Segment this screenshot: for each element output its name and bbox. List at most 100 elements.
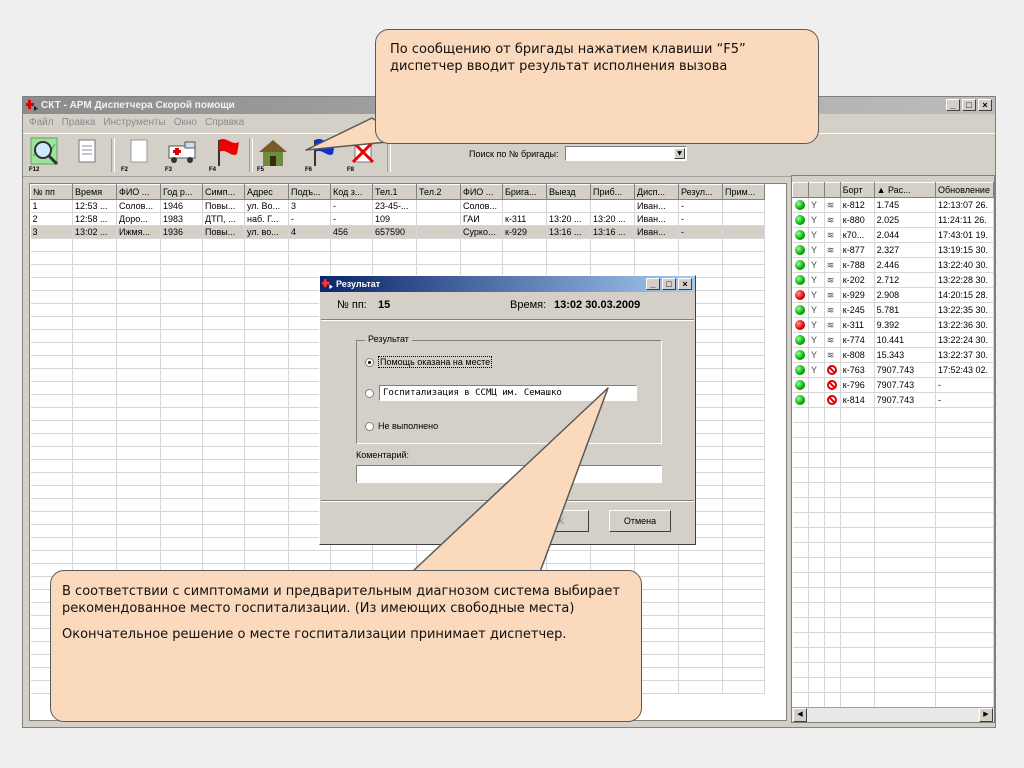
brigade-row[interactable]: Yк-763 7907.743 17:52:43 02. — [792, 362, 994, 378]
brigade-row[interactable] — [792, 692, 994, 708]
calls-column-header[interactable]: Симп... — [202, 184, 245, 200]
brigade-row[interactable]: Y ≋ к-311 9.392 13:22:36 30. — [792, 317, 994, 333]
calls-column-header[interactable]: Год р... — [160, 184, 203, 200]
calls-column-header[interactable]: Адрес — [244, 184, 289, 200]
brigade-row[interactable]: Y ≋ к-812 1.745 12:13:07 26. — [792, 197, 994, 213]
calls-column-header[interactable]: ФИО ... — [460, 184, 503, 200]
brigade-row[interactable]: к-796 7907.743- — [792, 377, 994, 393]
brigade-row[interactable]: Y ≋ к-245 5.781 13:22:35 30. — [792, 302, 994, 318]
calls-column-header[interactable]: Брига... — [502, 184, 547, 200]
red-status-icon — [794, 290, 805, 301]
scroll-right-icon[interactable]: ▶ — [979, 708, 993, 722]
brigade-row[interactable] — [792, 662, 994, 678]
brigade-row[interactable]: Y ≋ к-880 2.025 11:24:11 26. — [792, 212, 994, 228]
calls-column-header[interactable]: Тел.2 — [416, 184, 461, 200]
brigade-row[interactable] — [792, 437, 994, 453]
radio-hospitalization[interactable] — [365, 389, 374, 398]
brigade-row[interactable] — [792, 542, 994, 558]
brigade-row[interactable]: Y ≋ к-808 15.343 13:22:37 30. — [792, 347, 994, 363]
calls-column-header[interactable]: № пп — [30, 184, 73, 200]
dialog-titlebar[interactable]: Результат _ □ × — [320, 276, 695, 292]
toolbar-button-f3[interactable]: F3 — [163, 136, 199, 174]
brigade-row[interactable]: Y ≋ к-202 2.712 13:22:28 30. — [792, 272, 994, 288]
menu-tools[interactable]: Инструменты — [103, 115, 165, 131]
menu-window[interactable]: Окно — [174, 115, 197, 131]
table-row[interactable] — [30, 550, 765, 564]
toolbar-button-f5[interactable]: F5 — [255, 136, 291, 174]
brigade-row[interactable] — [792, 407, 994, 423]
brigade-row[interactable] — [792, 677, 994, 693]
brigade-updated: - — [935, 377, 994, 393]
toolbar-button-f2[interactable]: F2 — [119, 136, 155, 174]
calls-column-header[interactable]: Выезд — [546, 184, 591, 200]
brigade-row[interactable]: к-814 7907.743- — [792, 392, 994, 408]
calls-column-header[interactable]: Прим... — [722, 184, 765, 200]
toolbar-button-f8[interactable]: F8 — [345, 136, 381, 174]
calls-column-header[interactable]: Время — [72, 184, 117, 200]
comment-input[interactable] — [356, 465, 662, 483]
calls-column-header[interactable]: ФИО ... — [116, 184, 161, 200]
table-row[interactable]: 2 12:58 ... Доро... 1983 ДТП, ... наб. Г... - -… — [30, 212, 765, 226]
brigade-row[interactable] — [793, 723, 994, 724]
brigade-row[interactable] — [792, 497, 994, 513]
brigades-column-header[interactable] — [807, 182, 825, 198]
calls-column-header[interactable]: Дисп... — [634, 184, 679, 200]
brigade-row[interactable] — [792, 452, 994, 468]
ok-button[interactable]: ОК — [527, 510, 589, 532]
brigade-row[interactable] — [792, 482, 994, 498]
brigades-column-header[interactable]: Борт — [839, 182, 875, 198]
brigade-row[interactable]: Y ≋ к-788 2.446 13:22:40 30. — [792, 257, 994, 273]
toolbar-button-f6[interactable]: F6 — [303, 136, 339, 174]
menu-help[interactable]: Справка — [205, 115, 244, 131]
dialog-close-button[interactable]: × — [678, 278, 692, 290]
table-cell — [678, 615, 723, 629]
brigade-row[interactable]: Y ≋ к-877 2.327 13:19:15 30. — [792, 242, 994, 258]
brigade-row[interactable]: Y ≋ к-774 10.441 13:22:24 30. — [792, 332, 994, 348]
dialog-minimize-button[interactable]: _ — [646, 278, 660, 290]
brigades-column-header[interactable] — [792, 182, 809, 198]
brigade-row[interactable]: Y ≋ к-929 2.908 14:20:15 28. — [792, 287, 994, 303]
menu-file[interactable]: Файл — [29, 115, 54, 131]
toolbar-button-f4[interactable]: F4 — [207, 136, 243, 174]
toolbar-button-document[interactable] — [69, 136, 105, 174]
cancel-button[interactable]: Отмена — [609, 510, 671, 532]
brigade-row[interactable] — [792, 557, 994, 573]
brigades-column-header[interactable]: Обновление — [935, 182, 994, 198]
brigade-row[interactable] — [792, 422, 994, 438]
table-row[interactable] — [30, 238, 765, 252]
radio-help-on-site[interactable]: Помощь оказана на месте — [365, 356, 493, 368]
brigade-row[interactable] — [792, 602, 994, 618]
brigade-search-combobox[interactable]: ▼ — [565, 146, 687, 161]
maximize-button[interactable]: □ — [962, 99, 976, 111]
brigade-row[interactable] — [792, 527, 994, 543]
brigades-column-header[interactable]: ▲ Рас... — [873, 182, 937, 198]
calls-column-header[interactable]: Код з... — [330, 184, 373, 200]
calls-column-header[interactable]: Подъ... — [288, 184, 331, 200]
calls-column-header[interactable]: Тел.1 — [372, 184, 417, 200]
table-row[interactable]: 3 13:02 ... Ижмя... 1936 Повы... ул. во... 4 45… — [30, 225, 765, 239]
dialog-maximize-button[interactable]: □ — [662, 278, 676, 290]
close-button[interactable]: × — [978, 99, 992, 111]
radio-not-done[interactable]: Не выполнено — [365, 421, 438, 431]
calls-column-header[interactable]: Резул... — [678, 184, 723, 200]
brigade-row[interactable] — [792, 512, 994, 528]
calls-column-header[interactable]: Приб... — [590, 184, 635, 200]
brigade-row[interactable] — [792, 647, 994, 663]
brigade-row[interactable] — [792, 587, 994, 603]
table-cell: 1936 — [160, 225, 203, 239]
brigade-row[interactable] — [792, 467, 994, 483]
brigades-hscrollbar[interactable]: ◀ ▶ — [792, 707, 994, 722]
hospital-field[interactable]: Госпитализация в ССМЦ им. Семашко — [379, 385, 637, 401]
brigade-row[interactable] — [792, 572, 994, 588]
brigade-row[interactable] — [792, 632, 994, 648]
brigade-row[interactable] — [792, 617, 994, 633]
brigade-row[interactable]: Y ≋ к70... 2.044 17:43:01 19. — [792, 227, 994, 243]
menu-edit[interactable]: Правка — [62, 115, 96, 131]
brigades-column-header[interactable] — [823, 182, 841, 198]
table-row[interactable] — [30, 251, 765, 265]
table-row[interactable]: 1 12:53 ... Солов... 1946 Повы... ул. Во... 3-… — [30, 199, 765, 213]
minimize-button[interactable]: _ — [946, 99, 960, 111]
chevron-down-icon[interactable]: ▼ — [674, 148, 685, 159]
toolbar-button-map-search[interactable]: F12 — [27, 136, 63, 174]
scroll-left-icon[interactable]: ◀ — [793, 708, 807, 722]
